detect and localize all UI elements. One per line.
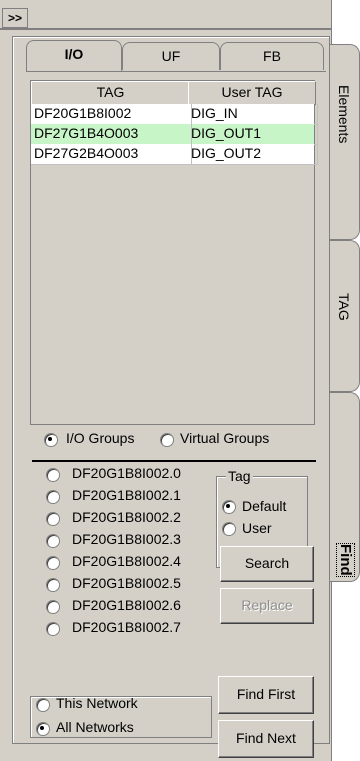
tag-table: TAG User TAG DF20G1B8I002 DIG_IN DF27G1B…	[30, 80, 318, 425]
channel-radio[interactable]	[46, 534, 60, 548]
cell-tag: DF27G1B4O003	[31, 124, 192, 145]
virtual-groups-radio[interactable]	[160, 433, 174, 447]
cell-user-tag: DIG_IN	[188, 104, 318, 125]
tag-option-group-title: Tag	[226, 468, 253, 484]
channel-radio[interactable]	[46, 468, 60, 482]
channel-label: DF20G1B8I002.4	[72, 553, 181, 569]
channel-label: DF20G1B8I002.0	[72, 465, 181, 481]
side-tab-find-label: Find	[336, 543, 355, 577]
section-divider	[32, 460, 316, 462]
channel-label: DF20G1B8I002.5	[72, 575, 181, 591]
channel-radio[interactable]	[46, 556, 60, 570]
expand-button[interactable]: >>	[2, 8, 28, 28]
tag-default-label: Default	[242, 498, 287, 514]
channel-radio[interactable]	[46, 600, 60, 614]
channel-label: DF20G1B8I002.1	[72, 487, 181, 503]
search-button[interactable]: Search	[220, 546, 314, 582]
channel-label: DF20G1B8I002.2	[72, 509, 181, 525]
this-network-label: This Network	[56, 695, 138, 711]
find-first-button[interactable]: Find First	[218, 676, 314, 714]
io-groups-radio[interactable]	[44, 433, 58, 447]
channel-radio[interactable]	[46, 578, 60, 592]
side-tab-tag[interactable]: TAG	[330, 240, 360, 392]
side-tab-find[interactable]: Find	[330, 392, 360, 582]
all-networks-label: All Networks	[56, 719, 134, 735]
this-network-radio[interactable]	[36, 698, 50, 712]
side-tab-elements-label: Elements	[336, 85, 352, 144]
cell-tag: DF20G1B8I002	[31, 104, 192, 125]
channel-label: DF20G1B8I002.7	[72, 619, 181, 635]
cell-tag: DF27G2B4O003	[31, 144, 192, 165]
side-tab-elements[interactable]: Elements	[330, 44, 360, 240]
tab-io[interactable]: I/O	[26, 40, 122, 72]
column-header-tag[interactable]: TAG	[31, 81, 190, 105]
channel-radio[interactable]	[46, 490, 60, 504]
tab-uf[interactable]: UF	[122, 42, 220, 70]
table-row[interactable]: DF20G1B8I002 DIG_IN	[31, 104, 318, 125]
cell-user-tag: DIG_OUT2	[188, 144, 318, 165]
io-groups-label: I/O Groups	[66, 430, 135, 446]
toolbar-divider	[0, 28, 332, 30]
side-tab-tag-label: TAG	[336, 293, 352, 321]
channel-label: DF20G1B8I002.3	[72, 531, 181, 547]
find-next-button[interactable]: Find Next	[218, 720, 314, 758]
cell-user-tag: DIG_OUT1	[188, 124, 318, 145]
column-header-user-tag[interactable]: User TAG	[188, 81, 316, 105]
table-row[interactable]: DF27G2B4O003 DIG_OUT2	[31, 144, 318, 165]
channel-radio[interactable]	[46, 622, 60, 636]
tag-user-radio[interactable]	[222, 522, 236, 536]
tab-underline	[26, 71, 326, 72]
tab-fb[interactable]: FB	[220, 42, 324, 70]
channel-label: DF20G1B8I002.6	[72, 597, 181, 613]
all-networks-radio[interactable]	[36, 722, 50, 736]
channel-radio[interactable]	[46, 512, 60, 526]
table-row-selected[interactable]: DF27G1B4O003 DIG_OUT1	[31, 124, 318, 145]
virtual-groups-label: Virtual Groups	[180, 430, 270, 446]
tag-default-radio[interactable]	[222, 500, 236, 514]
tag-user-label: User	[242, 520, 272, 536]
replace-button[interactable]: Replace	[220, 588, 314, 624]
